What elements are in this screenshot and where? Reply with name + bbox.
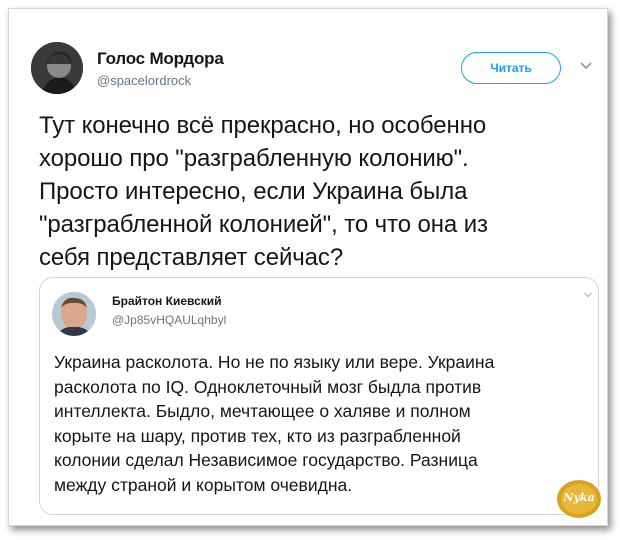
tweet-card: Голос Мордора @spacelordrock Читать Тут … [8, 8, 608, 526]
quoted-tweet-text: Украина расколота. Но не по языку или ве… [54, 352, 495, 495]
chevron-down-icon[interactable] [579, 59, 593, 73]
chevron-down-icon[interactable] [583, 290, 593, 300]
author-handle[interactable]: @spacelordrock [97, 73, 191, 88]
author-name[interactable]: Голос Мордора [97, 49, 224, 69]
tweet-text: Тут конечно всё прекрасно, но особенно х… [39, 112, 488, 271]
quoted-author-name[interactable]: Брайтон Киевский [112, 294, 222, 308]
quoted-avatar[interactable] [52, 292, 96, 336]
avatar[interactable] [31, 42, 83, 94]
quoted-author-handle[interactable]: @Jp85vHQAULqhbyl [112, 313, 226, 327]
watermark-text: Nyka [563, 491, 595, 504]
follow-button[interactable]: Читать [461, 52, 561, 84]
quoted-tweet[interactable]: Брайтон Киевский @Jp85vHQAULqhbyl Украин… [39, 277, 599, 515]
